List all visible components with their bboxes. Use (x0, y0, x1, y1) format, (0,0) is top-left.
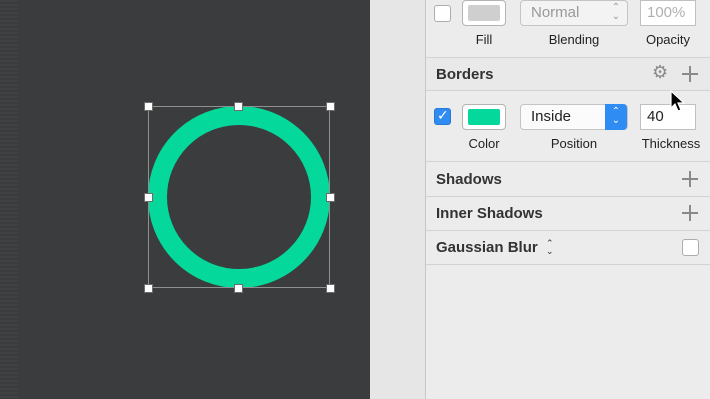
blending-label: Blending (548, 32, 600, 47)
border-color-swatch (468, 109, 500, 125)
gaussian-blur-checkbox[interactable] (682, 239, 699, 256)
inspector-panel: Normal ⌃ ⌄ 100% Fill Blending Opacity Bor… (426, 0, 710, 399)
border-enable-checkbox[interactable] (434, 108, 451, 125)
divider (426, 264, 710, 265)
resize-handle-left[interactable] (144, 193, 153, 202)
add-shadow-plus-icon[interactable] (682, 171, 698, 187)
border-position-label: Position (550, 136, 598, 151)
resize-handle-bottom-right[interactable] (326, 284, 335, 293)
blur-type-updown-chevron-icon[interactable]: ⌃ ⌄ (546, 240, 554, 257)
resize-handle-top-right[interactable] (326, 102, 335, 111)
resize-handle-bottom[interactable] (234, 284, 243, 293)
shadows-header: Shadows (426, 162, 710, 196)
border-color-well[interactable] (462, 104, 506, 130)
border-color-label: Color (468, 136, 500, 151)
gaussian-blur-header: Gaussian Blur ⌃ ⌄ (426, 231, 710, 264)
opacity-field[interactable]: 100% (640, 0, 696, 26)
fill-color-well[interactable] (462, 0, 506, 26)
gear-icon[interactable]: ⚙ (652, 62, 668, 83)
mouse-cursor-icon (670, 90, 686, 112)
canvas[interactable] (0, 0, 370, 399)
divider (426, 90, 710, 91)
inner-shadows-header: Inner Shadows (426, 197, 710, 230)
add-inner-shadow-plus-icon[interactable] (682, 205, 698, 221)
borders-header: Borders ⚙ (426, 58, 710, 90)
panel-gutter (370, 0, 426, 399)
resize-handle-top[interactable] (234, 102, 243, 111)
canvas-edge-pattern (0, 0, 18, 399)
border-thickness-field[interactable]: 40 (640, 104, 696, 130)
resize-handle-bottom-left[interactable] (144, 284, 153, 293)
border-thickness-label: Thickness (641, 136, 701, 151)
borders-title: Borders (436, 66, 494, 83)
resize-handle-top-left[interactable] (144, 102, 153, 111)
border-position-value: Inside (531, 108, 572, 125)
selection-bounding-box (148, 106, 330, 288)
opacity-value: 100% (647, 4, 686, 21)
add-border-plus-icon[interactable] (682, 66, 698, 82)
blending-popup[interactable]: Normal ⌃ ⌄ (520, 0, 628, 26)
gaussian-blur-title[interactable]: Gaussian Blur (436, 239, 538, 256)
opacity-label: Opacity (645, 32, 691, 47)
inner-shadows-title: Inner Shadows (436, 205, 543, 222)
fill-label: Fill (475, 32, 493, 47)
border-thickness-value: 40 (647, 108, 664, 125)
shadows-title: Shadows (436, 171, 502, 188)
fill-color-swatch (468, 5, 500, 21)
border-position-popup[interactable]: Inside ⌃ ⌄ (520, 104, 628, 130)
fill-enable-checkbox[interactable] (434, 5, 451, 22)
blending-value: Normal (531, 4, 580, 21)
resize-handle-right[interactable] (326, 193, 335, 202)
updown-chevron-icon: ⌃ ⌄ (605, 104, 627, 130)
updown-chevron-icon: ⌃ ⌄ (611, 2, 621, 22)
